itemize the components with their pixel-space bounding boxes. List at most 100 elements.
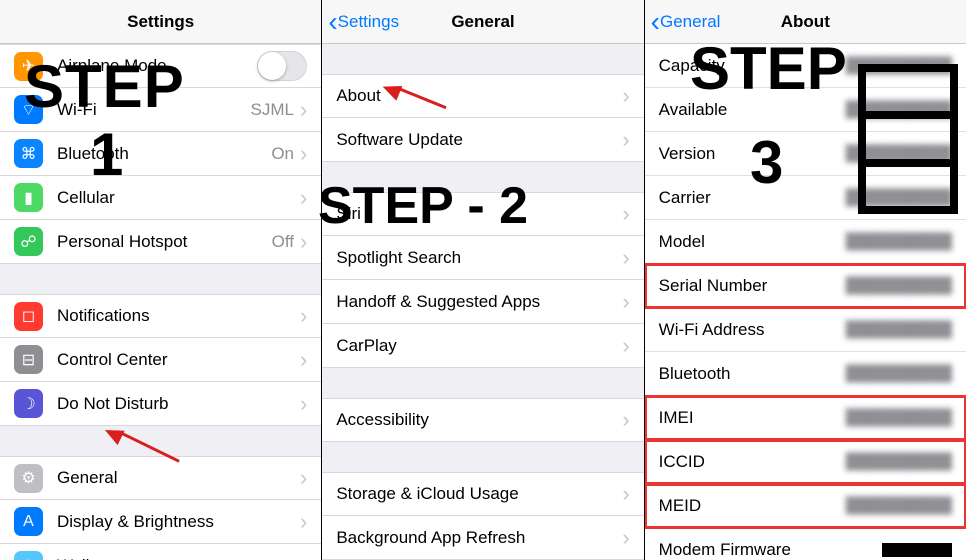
general-row-handoff-suggested-apps[interactable]: Handoff & Suggested Apps› bbox=[322, 280, 643, 324]
row-label: About bbox=[336, 86, 622, 106]
settings-row-cellular[interactable]: ▮ Cellular› bbox=[0, 176, 321, 220]
row-label: Bluetooth bbox=[659, 364, 788, 384]
general-row-storage-icloud-usage[interactable]: Storage & iCloud Usage› bbox=[322, 472, 643, 516]
general-row-carplay[interactable]: CarPlay› bbox=[322, 324, 643, 368]
row-value: Off bbox=[272, 232, 294, 252]
settings-row-airplane-mode[interactable]: ✈ Airplane Mode bbox=[0, 44, 321, 88]
about-row-version: Version ██████████ bbox=[645, 132, 966, 176]
nav-bar: Settings bbox=[0, 0, 321, 44]
general-row-background-app-refresh[interactable]: Background App Refresh› bbox=[322, 516, 643, 560]
row-label: Serial Number bbox=[659, 276, 807, 296]
row-label: Storage & iCloud Usage bbox=[336, 484, 622, 504]
chevron-right-icon: › bbox=[622, 201, 629, 227]
redacted-value bbox=[882, 543, 952, 557]
chevron-left-icon: ‹ bbox=[651, 8, 660, 36]
back-button[interactable]: ‹ General bbox=[651, 8, 721, 36]
about-row-carrier: Carrier ██████████ bbox=[645, 176, 966, 220]
row-label: Capacity bbox=[659, 56, 786, 76]
row-label: Wi-Fi bbox=[57, 100, 251, 120]
row-label: Wi-Fi Address bbox=[659, 320, 805, 340]
general-row-accessibility[interactable]: Accessibility› bbox=[322, 398, 643, 442]
row-label: Bluetooth bbox=[57, 144, 271, 164]
row-label: Background App Refresh bbox=[336, 528, 622, 548]
chevron-right-icon: › bbox=[300, 465, 307, 491]
settings-row-bluetooth[interactable]: ⌘BluetoothOn› bbox=[0, 132, 321, 176]
about-row-serial-number: Serial Number██████████ bbox=[645, 264, 966, 308]
chevron-right-icon: › bbox=[300, 391, 307, 417]
settings-row-do-not-disturb[interactable]: ☽ Do Not Disturb› bbox=[0, 382, 321, 426]
cellular-icon: ▮ bbox=[14, 183, 43, 212]
settings-panel: Settings ✈ Airplane Mode ⌔Wi-FiSJML› ⌘ Bluet… bbox=[0, 0, 322, 560]
chevron-right-icon: › bbox=[300, 303, 307, 329]
row-value-redacted: ██████████ bbox=[846, 145, 952, 162]
row-label: General bbox=[57, 468, 300, 488]
chevron-right-icon: › bbox=[622, 289, 629, 315]
row-label: Airplane Mode bbox=[57, 56, 257, 76]
about-row-available: Available██████████ bbox=[645, 88, 966, 132]
nav-title: General bbox=[451, 12, 514, 32]
settings-row-general[interactable]: ⚙ General› bbox=[0, 456, 321, 500]
row-value-redacted: ██████████ bbox=[846, 409, 952, 426]
chevron-right-icon: › bbox=[300, 509, 307, 535]
general-row-spotlight-search[interactable]: Spotlight Search› bbox=[322, 236, 643, 280]
row-label: Siri bbox=[336, 204, 622, 224]
row-label: Carrier bbox=[659, 188, 779, 208]
row-label: Cellular bbox=[57, 188, 300, 208]
chevron-right-icon: › bbox=[622, 127, 629, 153]
general-icon: ⚙ bbox=[14, 464, 43, 493]
control-center-icon: ⊟ bbox=[14, 345, 43, 374]
bluetooth-icon: ⌘ bbox=[14, 139, 43, 168]
row-value-redacted: ██████████ bbox=[846, 101, 952, 118]
row-value-redacted: ██████████ bbox=[846, 453, 952, 470]
general-row-about[interactable]: About› bbox=[322, 74, 643, 118]
row-value-redacted: ██████████ bbox=[846, 189, 952, 206]
row-label: Modem Firmware bbox=[659, 540, 837, 560]
chevron-right-icon: › bbox=[300, 185, 307, 211]
airplane-icon: ✈ bbox=[14, 52, 43, 81]
row-label: Personal Hotspot bbox=[57, 232, 272, 252]
back-label: Settings bbox=[338, 12, 399, 32]
general-row-software-update[interactable]: Software Update› bbox=[322, 118, 643, 162]
row-label: Model bbox=[659, 232, 776, 252]
hotspot-icon: ☍ bbox=[14, 227, 43, 256]
about-row-model: Model ██████████ bbox=[645, 220, 966, 264]
display-icon: A bbox=[14, 507, 43, 536]
dnd-icon: ☽ bbox=[14, 389, 43, 418]
chevron-right-icon: › bbox=[622, 333, 629, 359]
row-value-redacted: ██████████ bbox=[846, 233, 952, 250]
row-value: SJML bbox=[251, 100, 294, 120]
about-row-capacity: Capacity██████████ bbox=[645, 44, 966, 88]
row-label: Software Update bbox=[336, 130, 622, 150]
about-row-bluetooth: Bluetooth██████████ bbox=[645, 352, 966, 396]
toggle-switch[interactable] bbox=[257, 51, 307, 81]
row-label: IMEI bbox=[659, 408, 770, 428]
row-value-redacted: ██████████ bbox=[846, 321, 952, 338]
chevron-right-icon: › bbox=[622, 245, 629, 271]
chevron-left-icon: ‹ bbox=[328, 8, 337, 36]
row-label: Accessibility bbox=[336, 410, 622, 430]
about-row-modem-firmware: Modem Firmware bbox=[645, 528, 966, 560]
settings-row-display-brightness[interactable]: ADisplay & Brightness› bbox=[0, 500, 321, 544]
back-button[interactable]: ‹ Settings bbox=[328, 8, 399, 36]
chevron-right-icon: › bbox=[622, 83, 629, 109]
row-label: Do Not Disturb bbox=[57, 394, 300, 414]
row-value-redacted: ██████████ bbox=[846, 497, 952, 514]
general-row-siri[interactable]: Siri› bbox=[322, 192, 643, 236]
back-label: General bbox=[660, 12, 720, 32]
settings-row-notifications[interactable]: ◻Notifications› bbox=[0, 294, 321, 338]
row-label: Handoff & Suggested Apps bbox=[336, 292, 622, 312]
settings-row-control-center[interactable]: ⊟ Control Center› bbox=[0, 338, 321, 382]
settings-row-personal-hotspot[interactable]: ☍Personal HotspotOff› bbox=[0, 220, 321, 264]
chevron-right-icon: › bbox=[300, 141, 307, 167]
about-row-imei: IMEI ██████████ bbox=[645, 396, 966, 440]
settings-row-wi-fi[interactable]: ⌔Wi-FiSJML› bbox=[0, 88, 321, 132]
about-row-iccid: ICCID██████████ bbox=[645, 440, 966, 484]
nav-bar: ‹ Settings General bbox=[322, 0, 643, 44]
settings-row-wallpaper[interactable]: ❀Wallpaper› bbox=[0, 544, 321, 560]
row-label: Version bbox=[659, 144, 781, 164]
row-label: Wallpaper bbox=[57, 556, 300, 560]
nav-bar: ‹ General About bbox=[645, 0, 966, 44]
general-panel: ‹ Settings General About›Software Update… bbox=[322, 0, 644, 560]
row-label: Control Center bbox=[57, 350, 300, 370]
chevron-right-icon: › bbox=[300, 347, 307, 373]
